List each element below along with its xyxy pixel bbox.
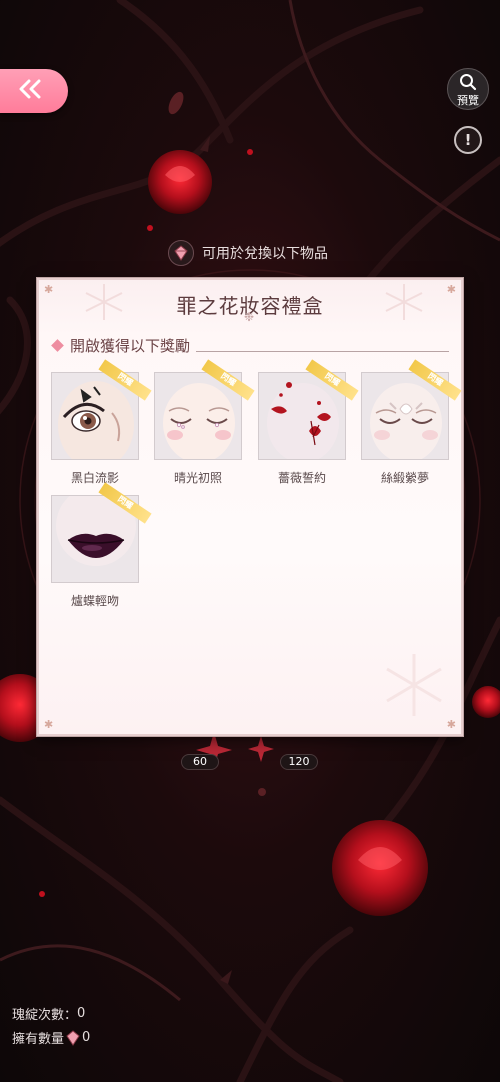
item-name: 晴光初照 (173, 471, 222, 485)
cost-pill: 120 (280, 754, 318, 770)
exchange-hint-text: 可用於兌換以下物品 (202, 246, 328, 262)
reward-item[interactable]: 閃耀 薔薇誓約 (258, 359, 359, 485)
gem-icon (66, 1029, 80, 1046)
preview-label: 預覽 (457, 93, 479, 107)
section-header: 開啟獲得以下獎勵 (51, 334, 449, 356)
reward-item[interactable]: 閃耀 晴光初照 (154, 359, 255, 485)
divider (196, 350, 449, 352)
back-button[interactable] (0, 69, 68, 113)
item-name: 薔薇誓約 (277, 471, 326, 485)
own-count-label: 擁有數量 (12, 1032, 65, 1047)
own-count: 擁有數量 0 (12, 1028, 90, 1047)
exclamation-icon: ! (464, 131, 472, 149)
draw-count-value: 0 (77, 1006, 86, 1021)
draw-count-label: 瑰綻次數： (12, 1008, 78, 1023)
double-chevron-left-icon (19, 79, 43, 103)
gift-box-panel: ✱ ✱ ✱ ✱ 罪之花妝容禮盒 ❉ 開啟獲得以下獎勵 閃耀 黑白流影 閃耀 晴光… (37, 278, 463, 736)
exchange-hint: 可用於兌換以下物品 (168, 240, 328, 266)
corner-ornament: ✱ (44, 718, 54, 731)
diamond-icon (51, 338, 64, 352)
item-name: 黑白流影 (70, 471, 119, 485)
magnifier-icon (459, 73, 477, 91)
gem-icon (168, 240, 194, 266)
item-name: 絲緞縈夢 (380, 471, 429, 485)
section-title: 開啟獲得以下獎勵 (70, 336, 191, 355)
reward-item[interactable]: 閃耀 黑白流影 (51, 359, 152, 485)
own-count-value: 0 (82, 1030, 91, 1045)
reward-item[interactable]: 閃耀 爐蝶輕吻 (51, 482, 152, 608)
preview-button[interactable]: 預覽 (447, 68, 489, 110)
title-ornament: ❉ (244, 310, 255, 324)
info-button[interactable]: ! (454, 126, 482, 154)
snowflake-decoration (386, 654, 442, 716)
item-name: 爐蝶輕吻 (70, 594, 119, 608)
draw-count: 瑰綻次數： 0 (12, 1004, 85, 1023)
reward-item[interactable]: 閃耀 絲緞縈夢 (361, 359, 462, 485)
cost-pill: 60 (181, 754, 219, 770)
